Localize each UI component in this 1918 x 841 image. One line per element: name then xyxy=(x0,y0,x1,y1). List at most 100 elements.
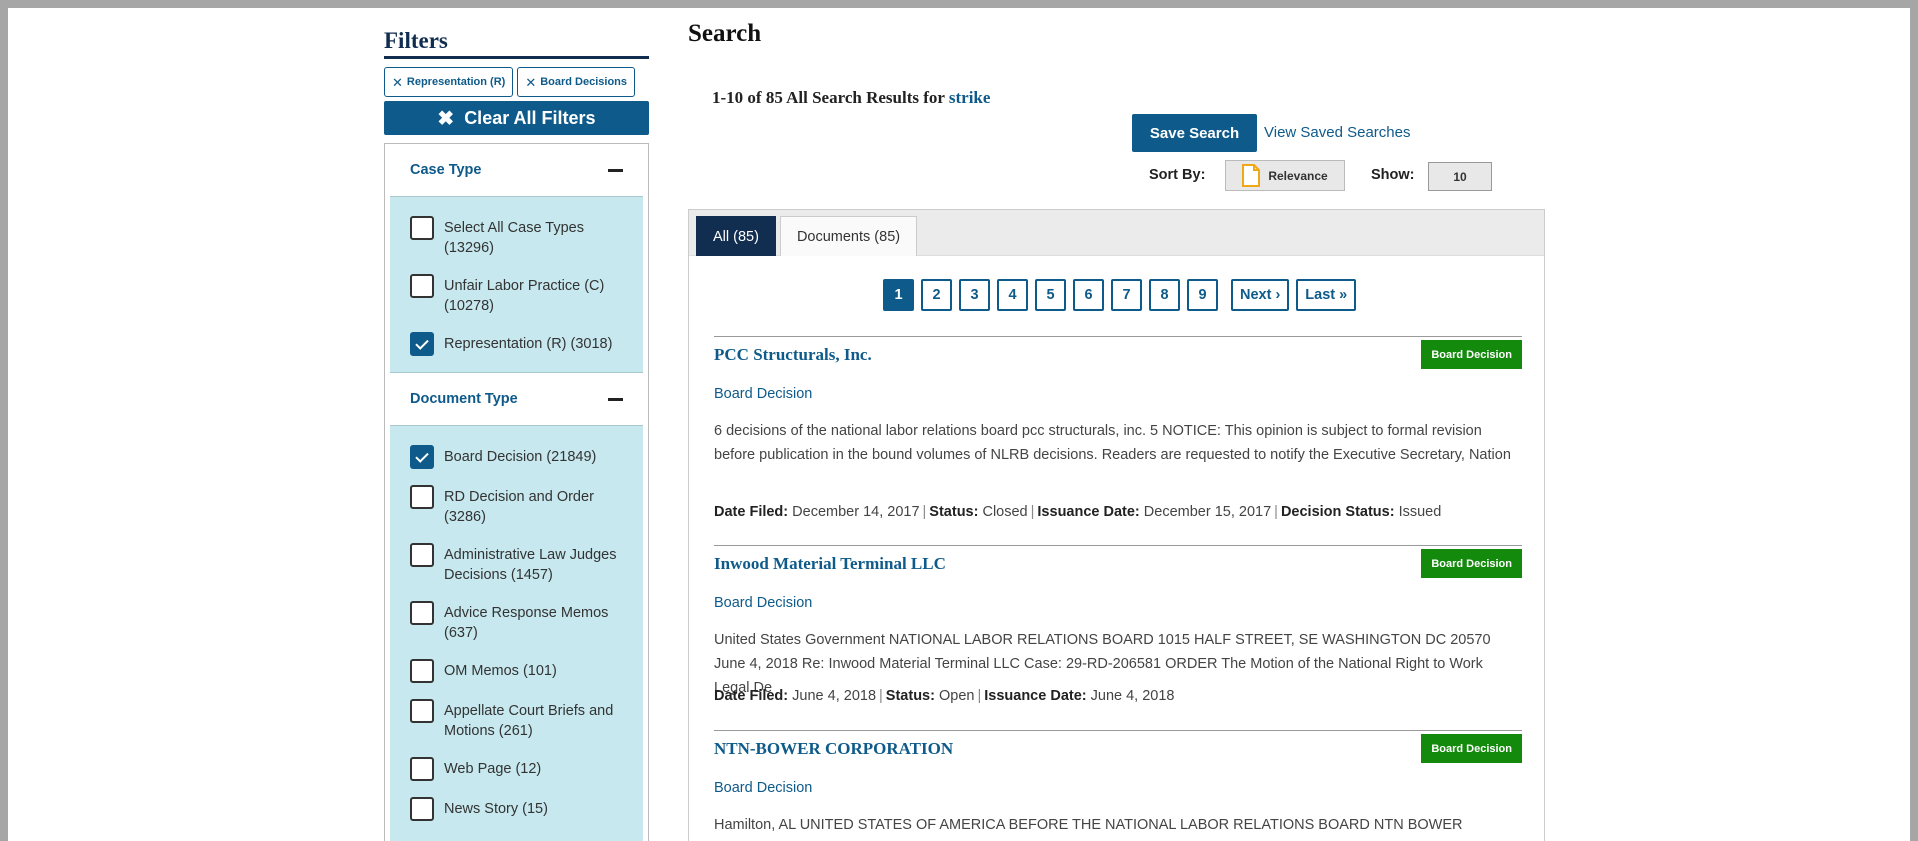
next-page-button[interactable]: Next › xyxy=(1231,279,1290,311)
checkbox[interactable] xyxy=(410,543,434,567)
meta-value: December 15, 2017 xyxy=(1143,504,1272,520)
result-item: Inwood Material Terminal LLC Board Decis… xyxy=(714,545,1522,730)
checkbox[interactable] xyxy=(410,659,434,683)
page-3[interactable]: 3 xyxy=(959,279,990,311)
search-term: strike xyxy=(948,88,991,107)
meta-value: Issued xyxy=(1398,504,1442,520)
meta-key: Issuance Date: xyxy=(1037,504,1140,520)
meta-key: Status: xyxy=(885,688,935,704)
show-label: Show: xyxy=(1371,167,1415,183)
close-icon: ✕ xyxy=(392,74,403,90)
page-8[interactable]: 8 xyxy=(1149,279,1180,311)
tab-documents[interactable]: Documents (85) xyxy=(779,216,918,256)
option-advice-memos[interactable]: Advice Response Memos (637) xyxy=(410,601,643,643)
meta-key: Status: xyxy=(929,504,979,520)
result-type-link[interactable]: Board Decision xyxy=(714,386,812,402)
page-6[interactable]: 6 xyxy=(1073,279,1104,311)
page-4[interactable]: 4 xyxy=(997,279,1028,311)
document-type-header[interactable]: Document Type xyxy=(390,373,643,425)
checkbox[interactable] xyxy=(410,601,434,625)
option-web-page[interactable]: Web Page (12) xyxy=(410,757,643,781)
checkbox[interactable] xyxy=(410,699,434,723)
meta-key: Date Filed: xyxy=(714,688,789,704)
filters-sidebar: Filters ✕ Representation (R) ✕ Board Dec… xyxy=(384,28,649,841)
result-type-link[interactable]: Board Decision xyxy=(714,595,812,611)
option-alj-decisions[interactable]: Administrative Law Judges Decisions (145… xyxy=(410,543,643,585)
checkbox[interactable] xyxy=(410,216,434,240)
sort-label: Sort By: xyxy=(1149,167,1206,183)
save-search-button[interactable]: Save Search xyxy=(1132,114,1257,152)
option-label: Board Decision (21849) xyxy=(444,449,597,465)
page-9[interactable]: 9 xyxy=(1187,279,1218,311)
chip-representation[interactable]: ✕ Representation (R) xyxy=(384,67,514,97)
option-label: Administrative Law Judges Decisions (145… xyxy=(444,547,617,583)
meta-value: Open xyxy=(938,688,975,704)
results-panel: All (85) Documents (85) 1 2 3 4 5 6 7 8 … xyxy=(688,209,1545,841)
clear-all-label: Clear All Filters xyxy=(464,107,596,128)
document-type-title: Document Type xyxy=(410,391,518,407)
checkbox[interactable] xyxy=(410,797,434,821)
option-label: Web Page (12) xyxy=(444,761,542,777)
active-filter-chips: ✕ Representation (R) ✕ Board Decisions xyxy=(384,67,649,97)
pagination: 1 2 3 4 5 6 7 8 9 Next › Last » xyxy=(883,279,1357,311)
document-type-options: Board Decision (21849) RD Decision and O… xyxy=(390,425,643,841)
collapse-icon[interactable] xyxy=(608,397,623,401)
option-news-story[interactable]: News Story (15) xyxy=(410,797,643,821)
option-select-all-case-types[interactable]: Select All Case Types (13296) xyxy=(410,216,643,258)
case-type-header[interactable]: Case Type xyxy=(390,144,643,196)
option-board-decision[interactable]: Board Decision (21849) xyxy=(410,445,643,469)
case-type-title: Case Type xyxy=(410,162,482,178)
result-title[interactable]: NTN-BOWER CORPORATION xyxy=(714,739,953,759)
meta-value: June 4, 2018 xyxy=(1090,688,1175,704)
tab-all[interactable]: All (85) xyxy=(696,216,776,256)
option-label: Unfair Labor Practice (C) (10278) xyxy=(444,278,605,314)
page-frame: Filters ✕ Representation (R) ✕ Board Dec… xyxy=(8,8,1910,841)
option-label: RD Decision and Order (3286) xyxy=(444,489,594,525)
meta-value: December 14, 2017 xyxy=(792,504,920,520)
checkbox[interactable] xyxy=(410,274,434,298)
view-saved-searches-link[interactable]: View Saved Searches xyxy=(1264,124,1410,141)
checkbox[interactable] xyxy=(410,485,434,509)
chip-label: Board Decisions xyxy=(540,76,628,88)
results-summary: 1-10 of 85 All Search Results for strike xyxy=(712,88,990,108)
checkbox-checked[interactable] xyxy=(410,445,434,469)
sort-value: Relevance xyxy=(1268,168,1328,183)
result-title[interactable]: PCC Structurals, Inc. xyxy=(714,345,872,365)
meta-value: Closed xyxy=(982,504,1028,520)
result-title[interactable]: Inwood Material Terminal LLC xyxy=(714,554,946,574)
close-icon: ✕ xyxy=(525,74,537,90)
option-representation[interactable]: Representation (R) (3018) xyxy=(410,332,643,356)
show-select[interactable]: 10 xyxy=(1428,162,1492,191)
meta-key: Date Filed: xyxy=(714,504,789,520)
page-1[interactable]: 1 xyxy=(883,279,914,311)
meta-key: Issuance Date: xyxy=(984,688,1087,704)
case-type-options: Select All Case Types (13296) Unfair Lab… xyxy=(390,196,643,373)
chip-label: Representation (R) xyxy=(406,76,506,88)
option-label: Advice Response Memos (637) xyxy=(444,605,609,641)
option-om-memos[interactable]: OM Memos (101) xyxy=(410,659,643,683)
show-value: 10 xyxy=(1453,169,1467,184)
result-meta: Date Filed: June 4, 2018 | Status: Open | Is… xyxy=(714,688,1175,704)
option-unfair-labor-practice[interactable]: Unfair Labor Practice (C) (10278) xyxy=(410,274,643,316)
page-7[interactable]: 7 xyxy=(1111,279,1142,311)
page-title: Search xyxy=(688,20,762,47)
result-item: PCC Structurals, Inc. Board Decision Boa… xyxy=(714,336,1522,546)
clear-all-filters-button[interactable]: ✖ Clear All Filters xyxy=(384,101,649,135)
filters-title: Filters xyxy=(384,28,649,59)
page-2[interactable]: 2 xyxy=(921,279,952,311)
last-page-button[interactable]: Last » xyxy=(1296,279,1357,311)
document-icon xyxy=(1242,164,1261,187)
checkbox[interactable] xyxy=(410,757,434,781)
option-label: Select All Case Types (13296) xyxy=(444,220,584,256)
sort-select[interactable]: Relevance xyxy=(1225,160,1345,191)
result-type-link[interactable]: Board Decision xyxy=(714,780,812,796)
collapse-icon[interactable] xyxy=(608,168,623,172)
result-snippet: 6 decisions of the national labor relati… xyxy=(714,423,1511,463)
chip-board-decisions[interactable]: ✕ Board Decisions xyxy=(517,67,636,97)
option-rd-decision[interactable]: RD Decision and Order (3286) xyxy=(410,485,643,527)
option-appellate-briefs[interactable]: Appellate Court Briefs and Motions (261) xyxy=(410,699,643,741)
meta-key: Decision Status: xyxy=(1280,504,1395,520)
option-label: News Story (15) xyxy=(444,801,548,817)
page-5[interactable]: 5 xyxy=(1035,279,1066,311)
checkbox-checked[interactable] xyxy=(410,332,434,356)
